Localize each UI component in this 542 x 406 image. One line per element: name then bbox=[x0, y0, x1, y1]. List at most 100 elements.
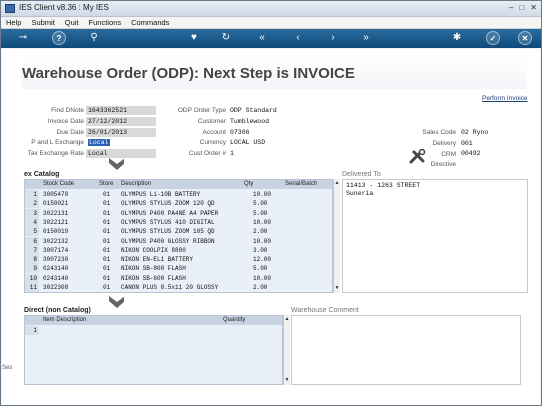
order-type-field[interactable]: ODP Standard bbox=[228, 106, 328, 115]
stock-code-cell: 0150019 bbox=[43, 228, 69, 236]
find-dnote-field[interactable]: 1643362521 bbox=[86, 106, 156, 115]
close-button[interactable]: ✕ bbox=[530, 3, 537, 12]
row-number: 11 bbox=[25, 283, 39, 292]
account-field[interactable]: 07306 bbox=[228, 128, 328, 137]
refresh-icon[interactable]: ↻ bbox=[219, 31, 233, 45]
direct-scrollbar[interactable]: ▲ ▼ bbox=[283, 315, 290, 385]
table-row[interactable]: 6 3022132 01 OLYMPUS P400 GLOSSY RIBBON 10.0… bbox=[25, 236, 332, 246]
description-cell: NIKON SB-800 FLASH bbox=[121, 265, 186, 273]
stock-code-cell: 3022131 bbox=[43, 209, 69, 217]
first-record-icon[interactable]: « bbox=[255, 31, 269, 45]
favorite-icon[interactable]: ♥ bbox=[187, 31, 201, 45]
catalog-grid-header: Stock Code Store Description Qty Serial/… bbox=[25, 180, 332, 189]
menu-submit[interactable]: Submit bbox=[26, 17, 59, 28]
qty-cell: 12.00 bbox=[253, 256, 272, 264]
menu-functions[interactable]: Functions bbox=[84, 17, 127, 28]
ok-icon[interactable]: ✓ bbox=[486, 31, 500, 45]
table-row[interactable]: 8 3007230 01 NIKON EN-EL1 BATTERY 12.00 bbox=[25, 255, 332, 265]
qty-cell: 10.00 bbox=[253, 237, 272, 245]
crm-field[interactable]: 00492 bbox=[459, 149, 519, 158]
catalog-title: ex Catalog bbox=[24, 171, 60, 178]
store-cell: 01 bbox=[103, 246, 111, 254]
invoice-date-field[interactable]: 27/12/2012 bbox=[86, 117, 156, 126]
description-cell: OLYMPUS Li-10B BATTERY bbox=[121, 191, 201, 198]
perform-invoice-link[interactable]: Perform Invoice bbox=[482, 95, 528, 102]
direct-row[interactable]: 1 bbox=[25, 326, 282, 335]
tools-icon[interactable] bbox=[409, 149, 427, 165]
cust-order-label: Cust Order # bbox=[188, 150, 226, 157]
col-quantity[interactable]: Quantity bbox=[223, 317, 245, 323]
currency-field[interactable]: LOCAL USD bbox=[228, 138, 328, 147]
qty-cell: 10.00 bbox=[253, 274, 272, 282]
description-cell: CANON PLUS 8.5x11 20 GLOSSY bbox=[121, 284, 219, 291]
col-store[interactable]: Store bbox=[99, 181, 113, 187]
next-record-icon[interactable]: › bbox=[326, 31, 340, 45]
direct-row-number: 1 bbox=[25, 326, 39, 335]
menu-commands[interactable]: Commands bbox=[126, 17, 174, 28]
direct-title: Direct (non Catalog) bbox=[24, 307, 91, 314]
side-label: Ses bbox=[2, 365, 13, 371]
key-icon[interactable]: ⊸ bbox=[13, 31, 33, 45]
table-row[interactable]: 4 3022121 01 OLYMPUS STYLUS 410 DIGITAL 10.0… bbox=[25, 217, 332, 227]
pl-exchange-field[interactable]: Local bbox=[86, 138, 156, 147]
qty-cell: 10.00 bbox=[253, 218, 272, 226]
col-stock-code[interactable]: Stock Code bbox=[43, 181, 74, 187]
scroll-up-icon[interactable]: ▲ bbox=[284, 316, 290, 323]
warehouse-comment-panel[interactable] bbox=[291, 315, 521, 385]
description-cell: OLYMPUS STYLUS ZOOM 105 QD bbox=[121, 228, 215, 236]
catalog-scrollbar[interactable]: ▲ ▼ bbox=[333, 179, 340, 293]
table-row[interactable]: 10 0243140 01 NIKON SB-600 FLASH 10.00 bbox=[25, 273, 332, 283]
description-cell: OLYMPUS STYLUS 410 DIGITAL bbox=[121, 218, 215, 226]
cancel-icon[interactable]: ✕ bbox=[518, 31, 532, 45]
page-title: Warehouse Order (ODP): Next Step is INVO… bbox=[22, 65, 355, 82]
due-date-field[interactable]: 26/01/2013 bbox=[86, 128, 156, 137]
table-row[interactable]: 2 0150021 01 OLYMPUS STYLUS ZOOM 120 QD 5.00 bbox=[25, 199, 332, 209]
customer-field[interactable]: Tumblewood bbox=[228, 117, 328, 126]
store-cell: 01 bbox=[103, 274, 111, 282]
table-row[interactable]: 11 3022308 01 CANON PLUS 8.5x11 20 GLOSSY 2.… bbox=[25, 283, 332, 292]
menu-quit[interactable]: Quit bbox=[60, 17, 84, 28]
store-cell: 01 bbox=[103, 237, 111, 245]
main-content: Warehouse Order (ODP): Next Step is INVO… bbox=[2, 49, 540, 405]
scroll-up-icon[interactable]: ▲ bbox=[334, 180, 340, 187]
description-cell: OLYMPUS P400 GLOSSY RIBBON bbox=[121, 237, 215, 245]
menu-help[interactable]: Help bbox=[1, 17, 26, 28]
delivered-to-title: Delivered To bbox=[342, 171, 381, 178]
table-row[interactable]: 7 3007174 01 NIKON COOLPIX 8800 3.00 bbox=[25, 245, 332, 255]
qty-cell: 5.00 bbox=[253, 265, 268, 273]
table-row[interactable]: 9 0243140 01 NIKON SB-800 FLASH 5.00 bbox=[25, 264, 332, 274]
previous-record-icon[interactable]: ‹ bbox=[291, 31, 305, 45]
minimize-button[interactable]: – bbox=[509, 3, 513, 12]
down-arrow-icon bbox=[109, 296, 124, 308]
col-qty[interactable]: Qty bbox=[244, 181, 253, 187]
customer-label: Customer bbox=[197, 118, 226, 125]
scroll-down-icon[interactable]: ▼ bbox=[284, 377, 290, 384]
store-cell: 01 bbox=[103, 209, 111, 217]
qty-cell: 2.00 bbox=[253, 228, 268, 236]
row-number: 5 bbox=[25, 227, 39, 237]
delivered-to-line-2: Suneria bbox=[346, 190, 374, 197]
find-dnote-label: Find DNote bbox=[51, 107, 84, 114]
search-icon[interactable]: ⚲ bbox=[87, 31, 101, 45]
toolbar: ⊸ ? ⚲ ♥ ↻ « ‹ › » ✱ ✓ ✕ bbox=[1, 29, 541, 48]
col-serial-batch[interactable]: Serial/Batch bbox=[285, 181, 317, 187]
config-icon[interactable]: ✱ bbox=[450, 31, 464, 45]
table-row[interactable]: 3 3022131 01 OLYMPUS P400 PA4NE A4 PAPER 5.0… bbox=[25, 208, 332, 218]
col-item-description[interactable]: Item Description bbox=[43, 317, 86, 323]
qty-cell: 10.00 bbox=[253, 191, 272, 198]
maximize-button[interactable]: □ bbox=[519, 3, 524, 12]
help-icon[interactable]: ? bbox=[52, 31, 66, 45]
row-number: 2 bbox=[25, 199, 39, 209]
cust-order-field[interactable]: 1 bbox=[228, 149, 328, 158]
store-cell: 01 bbox=[103, 218, 111, 226]
table-row[interactable]: 1 3005478 01 OLYMPUS Li-10B BATTERY 10.00 bbox=[25, 190, 332, 199]
col-description[interactable]: Description bbox=[121, 181, 151, 187]
delivered-to-panel[interactable]: 11413 - 1263 STREET Suneria bbox=[342, 179, 528, 293]
table-row[interactable]: 5 0150019 01 OLYMPUS STYLUS ZOOM 105 QD 2.00 bbox=[25, 227, 332, 237]
title-bar: IES Client v8.36 : My IES – □ ✕ bbox=[1, 1, 541, 17]
sales-code-field[interactable]: 02 Ryno bbox=[459, 128, 519, 137]
scroll-down-icon[interactable]: ▼ bbox=[334, 285, 340, 292]
last-record-icon[interactable]: » bbox=[359, 31, 373, 45]
delivery-field[interactable]: 001 bbox=[459, 139, 519, 148]
order-type-label: ODP Order Type bbox=[177, 107, 226, 114]
